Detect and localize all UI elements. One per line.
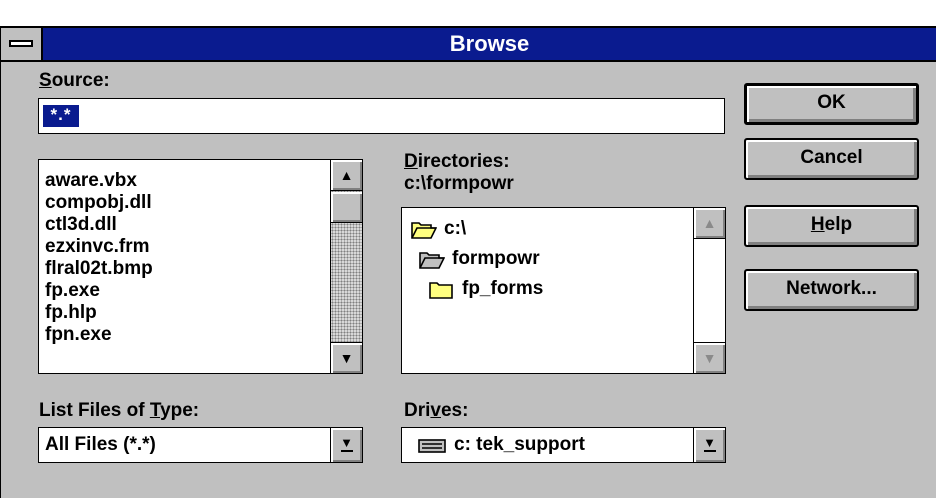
chevron-down-icon: ▼ — [703, 435, 716, 450]
list-item[interactable]: fp.hlp — [45, 302, 97, 324]
scroll-up-arrow-icon[interactable]: ▲ — [694, 208, 725, 239]
directory-item-formpowr[interactable]: formpowr — [452, 248, 540, 270]
list-item[interactable]: aware.vbx — [45, 170, 137, 192]
file-list[interactable]: aware.vbx compobj.dll ctl3d.dll ezxinvc.… — [38, 159, 363, 374]
list-item[interactable]: compobj.dll — [45, 192, 152, 214]
directory-list[interactable]: c:\ formpowr fp_forms ▲ ▼ — [401, 207, 726, 374]
system-menu-button[interactable] — [1, 28, 43, 60]
directory-list-scrollbar[interactable]: ▲ ▼ — [693, 208, 725, 373]
window-title: Browse — [449, 31, 530, 56]
list-item[interactable]: fp.exe — [45, 280, 100, 302]
current-directory-path: c:\formpowr — [404, 173, 514, 194]
source-input[interactable]: *.* — [38, 98, 725, 134]
open-folder-icon — [411, 222, 437, 239]
cancel-button[interactable]: Cancel — [744, 138, 919, 180]
file-type-select[interactable]: All Files (*.*) ▼ — [38, 427, 363, 463]
chevron-down-icon: ▼ — [340, 435, 353, 450]
directories-label: Directories: — [404, 151, 510, 172]
scroll-down-arrow-icon[interactable]: ▼ — [694, 342, 725, 373]
source-input-selected-text: *.* — [43, 105, 79, 127]
network-button[interactable]: Network... — [744, 269, 919, 311]
ok-button[interactable]: OK — [744, 83, 919, 125]
title-bar[interactable]: Browse — [1, 28, 936, 62]
file-list-scrollbar[interactable]: ▲ ▼ — [330, 160, 362, 373]
drive-icon — [418, 439, 446, 453]
drives-dropdown-button[interactable]: ▼ — [693, 428, 725, 462]
file-type-value: All Files (*.*) — [45, 434, 156, 455]
scroll-thumb[interactable] — [331, 192, 362, 223]
list-item[interactable]: fpn.exe — [45, 324, 112, 346]
system-menu-icon — [9, 40, 33, 47]
file-type-dropdown-button[interactable]: ▼ — [330, 428, 362, 462]
scroll-down-arrow-icon[interactable]: ▼ — [331, 342, 362, 373]
scroll-up-arrow-icon[interactable]: ▲ — [331, 160, 362, 191]
file-type-label: List Files of Type: — [39, 400, 200, 421]
list-item[interactable]: ctl3d.dll — [45, 214, 117, 236]
drives-select[interactable]: c: tek_support ▼ — [401, 427, 726, 463]
help-button[interactable]: Help — [744, 205, 919, 247]
directory-item-root[interactable]: c:\ — [444, 218, 466, 240]
closed-folder-icon — [429, 282, 453, 299]
list-item[interactable]: ezxinvc.frm — [45, 236, 150, 258]
drives-label: Drives: — [404, 400, 469, 421]
open-folder-icon — [419, 252, 445, 269]
drives-value: c: tek_support — [454, 434, 585, 455]
directory-item-fp-forms[interactable]: fp_forms — [462, 278, 543, 300]
browse-dialog: Browse Source: *.* OK Cancel Help Networ… — [0, 26, 936, 498]
source-label: Source: — [39, 70, 110, 91]
list-item[interactable]: flral02t.bmp — [45, 258, 153, 280]
